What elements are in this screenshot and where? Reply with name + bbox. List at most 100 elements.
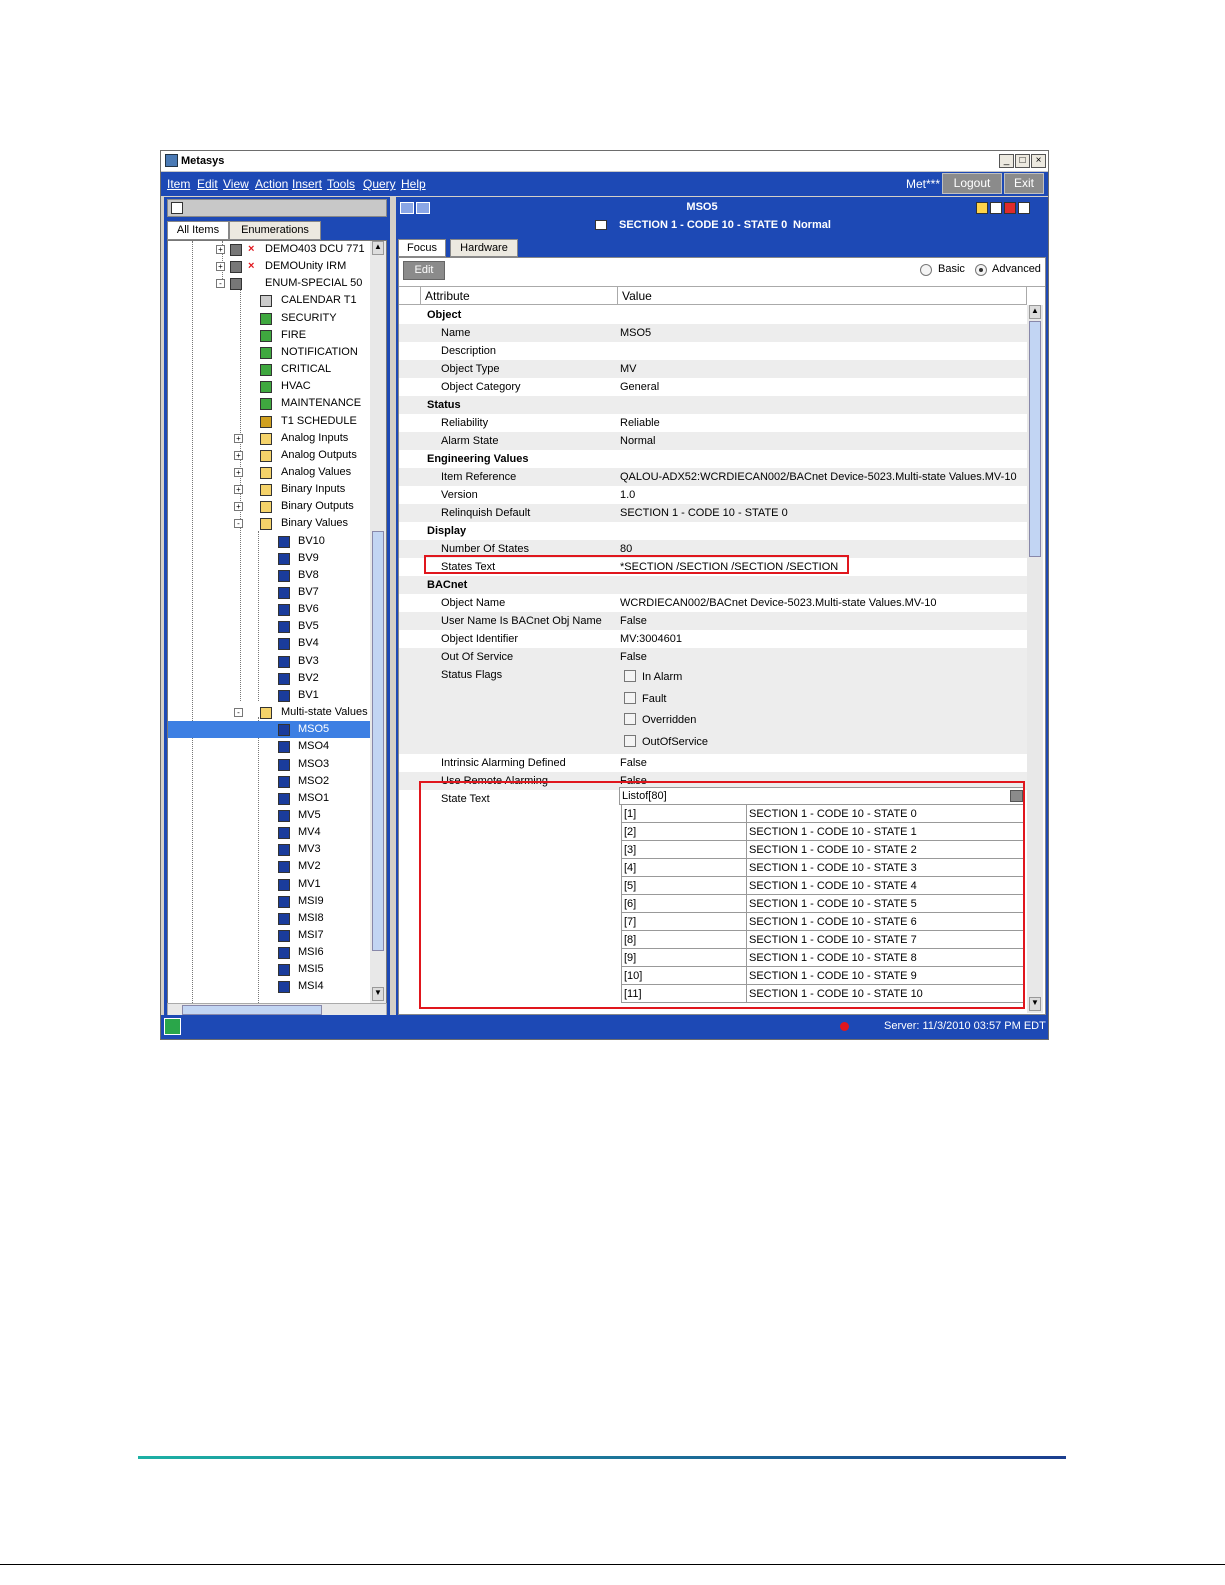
tree-item[interactable]: BV10: [168, 533, 371, 550]
expand-icon[interactable]: +: [234, 502, 243, 512]
collapse-icon[interactable]: -: [234, 708, 243, 718]
tree-item[interactable]: MSI7: [168, 927, 371, 944]
tree-item[interactable]: - ENUM-SPECIAL 50: [168, 275, 371, 292]
tree-item[interactable]: SECURITY: [168, 310, 371, 327]
exit-button[interactable]: Exit: [1004, 173, 1044, 194]
status-flag-checkbox[interactable]: [624, 691, 636, 704]
tree-item[interactable]: FIRE: [168, 327, 371, 344]
menu-insert[interactable]: Insert: [292, 177, 322, 191]
attribute-value[interactable]: MV:3004601: [620, 630, 682, 648]
tree-item[interactable]: MSI5: [168, 961, 371, 978]
attribute-value[interactable]: False: [620, 612, 647, 630]
lock-icon[interactable]: [976, 202, 988, 214]
upload-icon[interactable]: [171, 202, 183, 214]
expand-icon[interactable]: +: [234, 485, 243, 495]
close-button[interactable]: ×: [1031, 154, 1046, 168]
menu-tools[interactable]: Tools: [327, 177, 355, 191]
tree-item[interactable]: CRITICAL: [168, 361, 371, 378]
tree-item[interactable]: MSO3: [168, 756, 371, 773]
tree-item[interactable]: CALENDAR T1: [168, 292, 371, 309]
grid-scrollbar[interactable]: ▲ ▼: [1027, 305, 1043, 1013]
scroll-up-icon[interactable]: ▲: [372, 241, 384, 255]
tab-enumerations[interactable]: Enumerations: [229, 221, 321, 240]
tab-focus[interactable]: Focus: [398, 239, 446, 257]
value-column-header[interactable]: Value: [618, 287, 1027, 305]
tree-item[interactable]: MAINTENANCE: [168, 395, 371, 412]
status-flag-checkbox[interactable]: [624, 734, 636, 747]
tree-item[interactable]: MSO4: [168, 738, 371, 755]
hscroll-thumb[interactable]: [182, 1005, 322, 1015]
alarm-indicator-icon[interactable]: [840, 1022, 849, 1031]
tree-item[interactable]: MV4: [168, 824, 371, 841]
attribute-value[interactable]: Reliable: [620, 414, 660, 432]
menu-query[interactable]: Query: [363, 177, 396, 191]
tree-item[interactable]: T1 SCHEDULE: [168, 413, 371, 430]
attribute-value[interactable]: WCRDIECAN002/BACnet Device-5023.Multi-st…: [620, 594, 936, 612]
collapse-icon[interactable]: -: [216, 279, 225, 289]
expand-icon[interactable]: +: [234, 450, 243, 460]
grid-scroll-thumb[interactable]: [1029, 321, 1041, 557]
tree-item[interactable]: MV3: [168, 841, 371, 858]
maximize-button[interactable]: □: [1015, 154, 1030, 168]
tree-item[interactable]: MSO1: [168, 790, 371, 807]
menu-help[interactable]: Help: [401, 177, 426, 191]
tree-item[interactable]: MSI9: [168, 893, 371, 910]
tree-item[interactable]: MSO5: [168, 721, 371, 739]
minimize-button[interactable]: _: [999, 154, 1014, 168]
tree-item[interactable]: - Binary Values: [168, 515, 371, 532]
tree-item[interactable]: MV5: [168, 807, 371, 824]
expand-icon[interactable]: +: [234, 433, 243, 443]
menu-action[interactable]: Action: [255, 177, 288, 191]
expand-icon[interactable]: +: [216, 245, 225, 254]
tree-item[interactable]: - Multi-state Values: [168, 704, 371, 721]
tab-all-items[interactable]: All Items: [167, 221, 229, 240]
grid-scroll-up-icon[interactable]: ▲: [1029, 305, 1041, 319]
tree-item[interactable]: MV1: [168, 876, 371, 893]
basic-radio[interactable]: [920, 264, 932, 276]
tree-item[interactable]: MSO2: [168, 773, 371, 790]
tree-item[interactable]: HVAC: [168, 378, 371, 395]
tree-scrollbar[interactable]: ▲ ▼: [370, 241, 386, 1003]
collapse-icon[interactable]: -: [234, 519, 243, 529]
attribute-value[interactable]: Normal: [620, 432, 655, 450]
status-flag-checkbox[interactable]: [624, 670, 636, 682]
tree-item[interactable]: + Analog Outputs: [168, 447, 371, 464]
tree-item[interactable]: + × DEMOUnity IRM: [168, 258, 371, 275]
logout-button[interactable]: Logout: [942, 173, 1002, 194]
tree-item[interactable]: BV3: [168, 653, 371, 670]
attribute-value[interactable]: 1.0: [620, 486, 635, 504]
tree-item[interactable]: + Analog Values: [168, 464, 371, 481]
attribute-value[interactable]: SECTION 1 - CODE 10 - STATE 0: [620, 504, 788, 522]
attribute-value[interactable]: MSO5: [620, 324, 651, 342]
window-icon[interactable]: [990, 202, 1002, 214]
grid-scroll-down-icon[interactable]: ▼: [1029, 997, 1041, 1011]
advanced-radio[interactable]: [975, 264, 987, 276]
tree-item[interactable]: MSI6: [168, 944, 371, 961]
tree-item[interactable]: BV7: [168, 584, 371, 601]
tab-hardware[interactable]: Hardware: [450, 239, 518, 257]
attribute-value[interactable]: MV: [620, 360, 637, 378]
tree-item[interactable]: BV6: [168, 601, 371, 618]
tree-item[interactable]: BV1: [168, 687, 371, 704]
tree-item[interactable]: BV5: [168, 618, 371, 635]
scroll-thumb[interactable]: [372, 531, 384, 951]
tree-item[interactable]: + Analog Inputs: [168, 430, 371, 447]
attribute-value[interactable]: QALOU-ADX52:WCRDIECAN002/BACnet Device-5…: [620, 468, 1017, 486]
tree-item[interactable]: MSI8: [168, 910, 371, 927]
tree-item[interactable]: BV9: [168, 550, 371, 567]
tree-item[interactable]: NOTIFICATION: [168, 344, 371, 361]
expand-icon[interactable]: +: [234, 467, 243, 477]
edit-button[interactable]: Edit: [403, 261, 445, 280]
scroll-down-icon[interactable]: ▼: [372, 987, 384, 1001]
close-view-icon[interactable]: [1004, 202, 1016, 214]
tree-item[interactable]: + Binary Outputs: [168, 498, 371, 515]
attribute-value[interactable]: False: [620, 754, 647, 772]
tree-item[interactable]: MSI4: [168, 978, 371, 995]
attribute-value[interactable]: General: [620, 378, 659, 396]
status-flag-checkbox[interactable]: [624, 713, 636, 725]
tree-item[interactable]: MV2: [168, 858, 371, 875]
menu-view[interactable]: View: [223, 177, 249, 191]
attribute-value[interactable]: False: [620, 648, 647, 666]
popout-icon[interactable]: [1018, 202, 1030, 214]
expand-icon[interactable]: +: [216, 262, 225, 272]
